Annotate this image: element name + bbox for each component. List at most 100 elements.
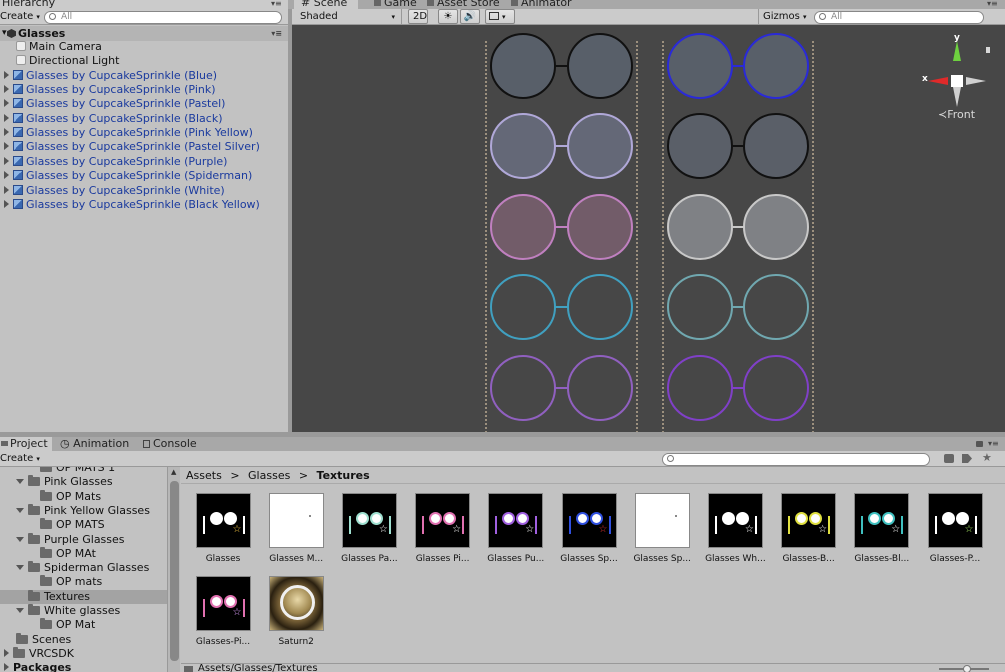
project-tree-item[interactable]: OP MAt [0, 546, 167, 561]
tab-asset-store[interactable]: Asset Store [422, 0, 502, 8]
expand-arrow-icon[interactable] [4, 128, 9, 137]
expand-down-icon[interactable] [16, 565, 24, 571]
expand-down-icon[interactable] [16, 608, 24, 613]
expand-down-icon[interactable] [16, 479, 24, 485]
asset-item[interactable]: ☆ Glasses [187, 493, 259, 565]
shading-mode-dropdown[interactable]: Shaded ▾ [292, 9, 402, 25]
asset-item[interactable]: Saturn2 [260, 576, 332, 648]
hierarchy-item[interactable]: Main Camera [0, 40, 288, 54]
project-tree-item[interactable]: OP Mat [0, 618, 167, 632]
gizmos-dropdown[interactable]: Gizmos ▾ [758, 9, 810, 25]
toggle-2d-button[interactable]: 2D [408, 9, 428, 24]
breadcrumb-textures[interactable]: Textures [317, 469, 370, 482]
expand-arrow-icon[interactable] [4, 156, 9, 165]
expand-arrow-icon[interactable] [4, 663, 9, 672]
expand-arrow-icon[interactable] [4, 85, 9, 94]
breadcrumb-glasses[interactable]: Glasses [248, 469, 290, 482]
expand-down-icon[interactable] [16, 507, 24, 513]
hierarchy-item[interactable]: Glasses by CupcakeSprinkle (Purple) [0, 155, 288, 169]
scene-viewport[interactable]: y x ≺Front [292, 25, 1005, 432]
asset-item[interactable]: ☆ Glasses-P... [919, 493, 991, 565]
favorites-star-icon[interactable]: ★ [982, 451, 992, 464]
tab-animator[interactable]: Animator [505, 0, 585, 8]
tab-console[interactable]: Console [140, 437, 210, 451]
project-tree-item[interactable]: Pink Glasses [0, 475, 167, 489]
project-tree-item[interactable]: OP MATS 1 [0, 467, 167, 475]
temple-left-icon [422, 516, 425, 534]
project-tree-item[interactable]: OP MATS [0, 518, 167, 532]
hierarchy-scene-header[interactable]: ▾ Glasses ▾≡ [0, 26, 288, 41]
hierarchy-item[interactable]: Glasses by CupcakeSprinkle (Pastel Silve… [0, 140, 288, 154]
project-tree-item[interactable]: Purple Glasses [0, 532, 167, 547]
expand-down-icon[interactable]: ▾ [2, 26, 7, 41]
asset-item[interactable]: ☆ Glasses Pu... [480, 493, 552, 565]
asset-item[interactable]: Glasses Sp... [626, 493, 698, 565]
project-tree-item[interactable]: Textures [0, 589, 167, 604]
scene-menu-icon[interactable]: ▾≡ [271, 26, 282, 41]
breadcrumb-assets[interactable]: Assets [186, 469, 222, 482]
asset-item[interactable]: ☆ Glasses Wh... [699, 493, 771, 565]
asset-item[interactable]: ☆ Glasses-Bl... [846, 493, 918, 565]
expand-down-icon[interactable] [16, 536, 24, 542]
orientation-gizmo[interactable]: y x [920, 33, 991, 115]
hierarchy-menu-icon[interactable]: ▾≡ [271, 0, 285, 8]
asset-label: Glasses [205, 554, 241, 564]
project-tree-item[interactable]: Packages [0, 661, 167, 672]
hierarchy-item[interactable]: Glasses by CupcakeSprinkle (Spiderman) [0, 169, 288, 183]
asset-item[interactable]: ☆ Glasses-Pi... [187, 576, 259, 648]
hierarchy-item[interactable]: Glasses by CupcakeSprinkle (Black) [0, 112, 288, 126]
hierarchy-item[interactable]: Glasses by CupcakeSprinkle (Pink) [0, 83, 288, 97]
project-create-button[interactable]: Create ▾ [0, 452, 40, 466]
asset-label: Glasses-Bl... [854, 554, 910, 564]
project-search-input[interactable] [662, 453, 930, 466]
hierarchy-item[interactable]: Glasses by CupcakeSprinkle (White) [0, 184, 288, 198]
hierarchy-item[interactable]: Glasses by CupcakeSprinkle (Pink Yellow) [0, 126, 288, 140]
hierarchy-search-input[interactable]: All [44, 11, 282, 24]
zoom-slider-thumb[interactable] [963, 665, 971, 672]
scroll-up-icon[interactable]: ▲ [171, 468, 176, 476]
asset-item[interactable]: ☆ Glasses Sp... [553, 493, 625, 565]
tree-scrollbar[interactable]: ▲ [167, 467, 180, 672]
tab-scene[interactable]: # Scene [294, 0, 358, 9]
expand-arrow-icon[interactable] [4, 70, 9, 79]
project-tree-item[interactable]: OP Mats [0, 489, 167, 504]
lighting-toggle[interactable]: ☀ [438, 9, 458, 24]
effects-toggle[interactable]: ▾ [485, 9, 515, 24]
asset-item[interactable]: ☆ Glasses-B... [773, 493, 845, 565]
project-tree-item[interactable]: Scenes [0, 632, 167, 647]
tree-scrollbar-thumb[interactable] [170, 481, 179, 661]
project-tree-item[interactable]: White glasses [0, 604, 167, 618]
hierarchy-item[interactable]: Directional Light [0, 54, 288, 68]
hierarchy-item-label: Directional Light [29, 54, 120, 68]
expand-arrow-icon[interactable] [4, 648, 9, 657]
project-tree-item[interactable]: Spiderman Glasses [0, 561, 167, 575]
expand-arrow-icon[interactable] [4, 185, 9, 194]
expand-arrow-icon[interactable] [4, 171, 9, 180]
asset-item[interactable]: ☆ Glasses Pa... [333, 493, 405, 565]
expand-arrow-icon[interactable] [4, 199, 9, 208]
project-tree-item[interactable]: VRCSDK [0, 646, 167, 661]
project-menu-icon[interactable]: ▾≡ [988, 439, 999, 448]
hierarchy-create-button[interactable]: Create ▾ [0, 10, 40, 24]
asset-item[interactable]: ☆ Glasses Pi... [407, 493, 479, 565]
project-tree-item[interactable]: OP mats [0, 575, 167, 589]
filter-by-type-icon[interactable] [944, 454, 954, 463]
hierarchy-item[interactable]: Glasses by CupcakeSprinkle (Pastel) [0, 97, 288, 111]
lock-icon[interactable] [976, 441, 983, 447]
expand-arrow-icon[interactable] [4, 99, 9, 108]
asset-item[interactable]: Glasses M... [260, 493, 332, 565]
tab-animation[interactable]: ◷ Animation [58, 437, 138, 451]
scene-search-input[interactable]: All [814, 11, 984, 24]
audio-toggle[interactable]: 🔊 [460, 9, 480, 24]
project-tree-item[interactable]: Pink Yellow Glasses [0, 503, 167, 518]
tab-hierarchy[interactable]: Hierarchy [0, 0, 288, 9]
expand-arrow-icon[interactable] [4, 113, 9, 122]
expand-arrow-icon[interactable] [4, 142, 9, 151]
scene-menu-icon[interactable]: ▾≡ [987, 0, 1003, 8]
tab-project[interactable]: Project [0, 437, 52, 451]
filter-by-label-icon[interactable] [962, 454, 972, 463]
hierarchy-item[interactable]: Glasses by CupcakeSprinkle (Blue) [0, 69, 288, 83]
view-label[interactable]: ≺Front [938, 108, 975, 121]
hierarchy-item[interactable]: Glasses by CupcakeSprinkle (Black Yellow… [0, 198, 288, 212]
tab-game[interactable]: Game [364, 0, 426, 8]
